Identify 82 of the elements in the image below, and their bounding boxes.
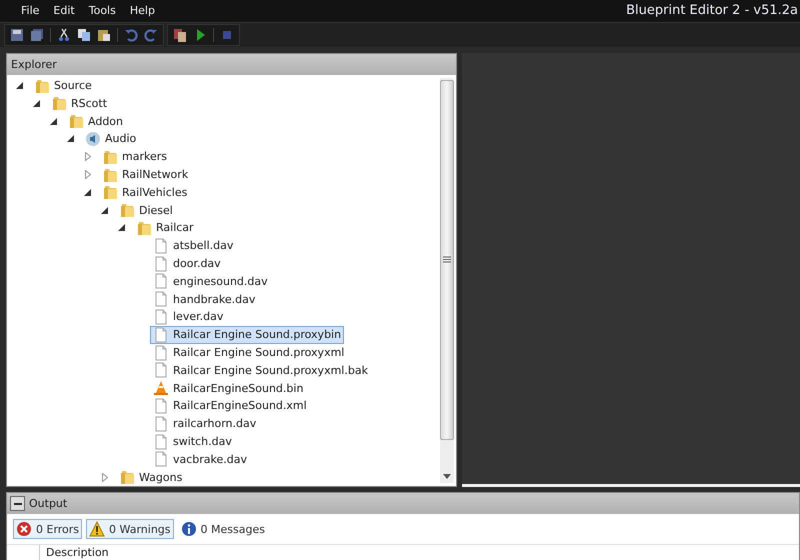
tree-item[interactable]: Diesel bbox=[116, 201, 176, 220]
document-icon bbox=[153, 308, 169, 325]
column-header[interactable]: Description bbox=[40, 546, 109, 559]
filter-button[interactable]: 0 Messages bbox=[178, 519, 268, 539]
window-title: Blueprint Editor 2 - v51.2a bbox=[626, 3, 799, 18]
info-icon bbox=[180, 521, 196, 537]
grip-icon bbox=[443, 256, 451, 264]
tree-item[interactable]: Railcar Engine Sound.proxyxml.bak bbox=[150, 361, 371, 380]
tree-item[interactable]: railcarhorn.dav bbox=[150, 414, 260, 433]
tree-item[interactable]: Addon bbox=[65, 112, 126, 130]
tree-item[interactable]: door.dav bbox=[150, 254, 224, 273]
tree-item[interactable]: atsbell.dav bbox=[150, 236, 236, 255]
expand-arrow-icon[interactable] bbox=[83, 152, 92, 162]
folder-icon bbox=[34, 78, 50, 94]
save-icon bbox=[10, 28, 24, 42]
paste-icon bbox=[97, 28, 111, 42]
document-icon bbox=[153, 256, 169, 272]
tree-item[interactable]: lever.dav bbox=[150, 308, 226, 326]
folder-icon bbox=[102, 184, 118, 200]
collapse-arrow-icon[interactable] bbox=[15, 81, 24, 90]
tree-item[interactable]: Railcar bbox=[133, 218, 197, 237]
menu-item[interactable]: Help bbox=[122, 4, 162, 18]
expand-arrow-icon[interactable] bbox=[83, 170, 92, 180]
document-icon bbox=[153, 273, 169, 290]
document-icon bbox=[153, 291, 169, 308]
document-icon bbox=[153, 344, 169, 361]
document-icon bbox=[153, 326, 169, 343]
menu-item[interactable]: Edit bbox=[46, 4, 82, 18]
tree-item[interactable]: RailNetwork bbox=[99, 166, 192, 184]
collapse-arrow-icon[interactable] bbox=[49, 116, 58, 126]
folder-icon bbox=[119, 469, 135, 486]
folder-icon bbox=[68, 113, 84, 130]
tree-item[interactable]: Source bbox=[31, 76, 95, 95]
collapse-arrow-icon[interactable] bbox=[66, 134, 75, 144]
panel-title: Output bbox=[29, 497, 68, 510]
tree-item[interactable]: markers bbox=[99, 148, 170, 166]
folder-icon bbox=[102, 148, 118, 165]
tree-item[interactable]: RailVehicles bbox=[99, 183, 190, 202]
folder-icon bbox=[102, 166, 118, 183]
document-icon bbox=[153, 451, 169, 468]
tree-item[interactable]: Railcar Engine Sound.proxybin bbox=[150, 326, 344, 344]
menu-item[interactable]: Tools bbox=[82, 4, 123, 18]
error-icon bbox=[16, 521, 32, 537]
tree-item[interactable]: Audio bbox=[82, 130, 140, 148]
warning-icon bbox=[89, 521, 106, 537]
tree-item[interactable]: RailcarEngineSound.bin bbox=[150, 379, 306, 398]
collapse-arrow-icon[interactable] bbox=[117, 223, 126, 232]
tree-item[interactable]: RailcarEngineSound.xml bbox=[150, 396, 310, 415]
filter-button[interactable]: 0 Errors bbox=[13, 519, 82, 539]
folder-icon bbox=[119, 202, 135, 218]
filter-button[interactable]: 0 Warnings bbox=[86, 519, 174, 539]
document-icon bbox=[153, 416, 169, 432]
tree-item[interactable]: Railcar Engine Sound.proxyxml bbox=[150, 344, 348, 362]
collapse-arrow-icon[interactable] bbox=[100, 206, 109, 215]
documents-icon bbox=[173, 28, 187, 42]
tree-item[interactable]: handbrake.dav bbox=[150, 290, 258, 308]
folder-icon bbox=[51, 95, 67, 112]
tree-item[interactable]: switch.dav bbox=[150, 432, 235, 451]
collapse-arrow-icon[interactable] bbox=[83, 188, 92, 197]
expand-arrow-icon[interactable] bbox=[100, 472, 109, 482]
tree-item[interactable]: enginesound.dav bbox=[150, 272, 271, 290]
tree-item[interactable]: vacbrake.dav bbox=[150, 450, 250, 468]
collapse-button[interactable] bbox=[10, 496, 25, 511]
minus-icon bbox=[14, 502, 22, 504]
tree-item[interactable]: RScott bbox=[48, 94, 110, 112]
collapse-arrow-icon[interactable] bbox=[32, 98, 41, 108]
document-icon bbox=[153, 434, 169, 450]
copy-icon bbox=[77, 28, 91, 42]
undo-icon bbox=[124, 28, 138, 42]
redo-icon bbox=[144, 28, 158, 42]
document-icon bbox=[153, 238, 169, 254]
panel-title: Explorer bbox=[11, 58, 57, 71]
scissors-icon bbox=[57, 28, 71, 42]
scroll-down-icon[interactable] bbox=[443, 474, 451, 479]
tree-item[interactable]: Wagons bbox=[116, 468, 186, 486]
traffic-cone-icon bbox=[153, 380, 169, 396]
document-icon bbox=[153, 398, 169, 414]
speaker-icon bbox=[85, 130, 101, 147]
save-all-icon bbox=[30, 28, 44, 42]
document-icon bbox=[153, 362, 169, 378]
folder-icon bbox=[136, 220, 152, 236]
menu-item[interactable]: File bbox=[14, 4, 46, 18]
